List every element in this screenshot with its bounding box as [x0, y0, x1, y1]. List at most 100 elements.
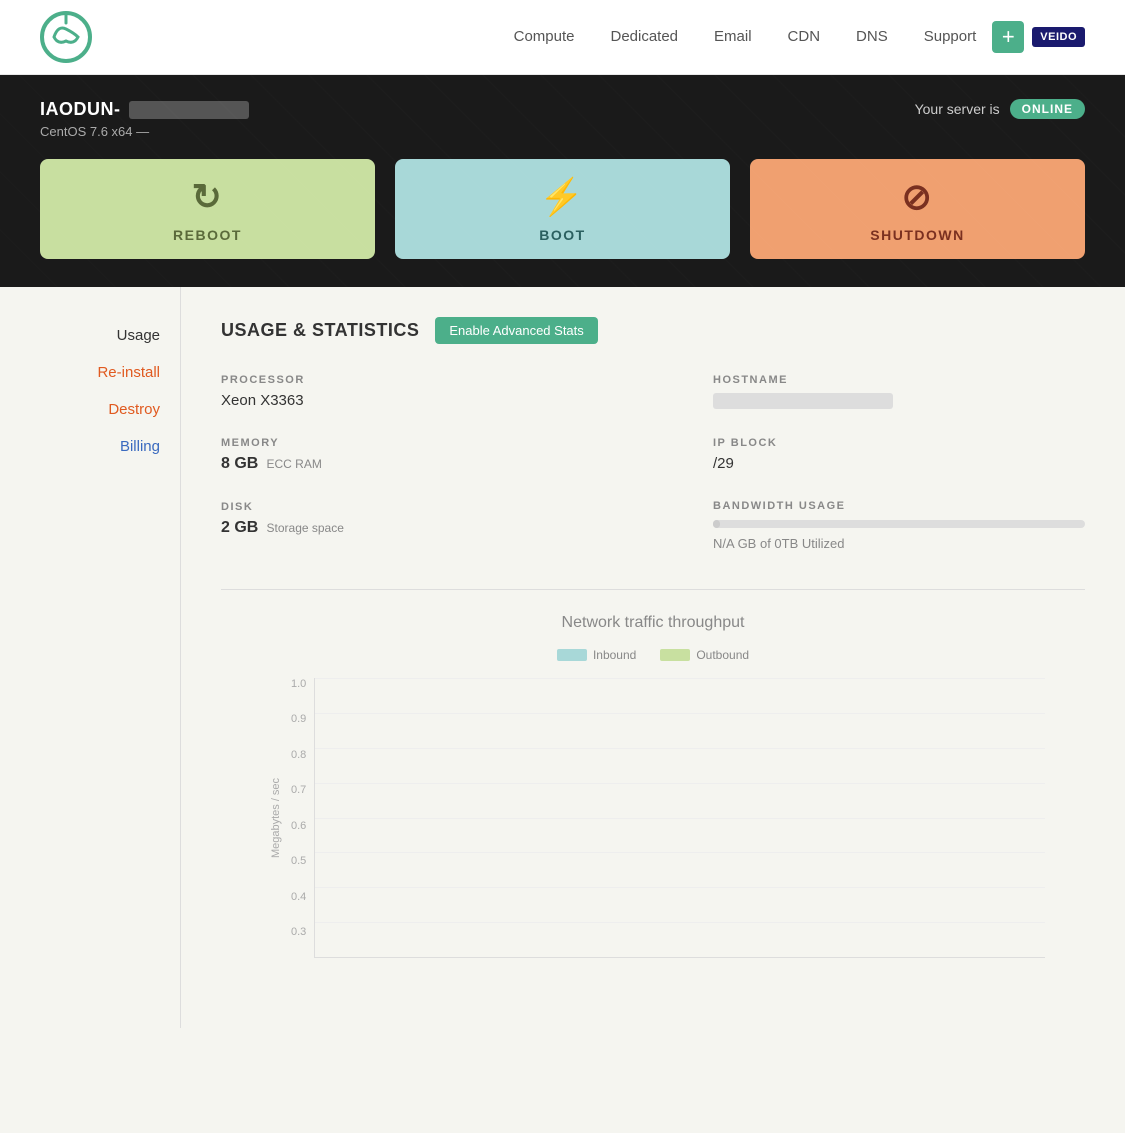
- disk-value: 2 GB Storage space: [221, 519, 653, 537]
- sidebar-item-billing[interactable]: Billing: [20, 428, 160, 465]
- sidebar-item-destroy[interactable]: Destroy: [20, 391, 160, 428]
- ip-block: IP BLOCK /29: [653, 437, 1085, 500]
- reboot-button[interactable]: ↻ REBOOT: [40, 159, 375, 259]
- bandwidth-bar: [713, 520, 1085, 528]
- left-stats: PROCESSOR Xeon X3363 MEMORY 8 GB ECC RAM…: [221, 374, 653, 579]
- nav-item-dedicated[interactable]: Dedicated: [610, 28, 678, 46]
- chart-area: [314, 678, 1045, 958]
- disk-block: DISK 2 GB Storage space: [221, 501, 653, 565]
- boot-label: BOOT: [539, 227, 585, 243]
- legend-inbound: Inbound: [557, 648, 636, 662]
- legend-inbound-color: [557, 649, 587, 661]
- y-axis-label-wrapper: Megabytes / sec: [261, 678, 291, 958]
- hostname-block: HOSTNAME: [653, 374, 1085, 437]
- server-os: CentOS 7.6 x64 —: [40, 124, 249, 139]
- ip-block-label: IP BLOCK: [713, 437, 1085, 449]
- stats-header: USAGE & STATISTICS Enable Advanced Stats: [221, 317, 1085, 344]
- server-info: IAODUN- CentOS 7.6 x64 —: [40, 99, 249, 139]
- legend-outbound-color: [660, 649, 690, 661]
- processor-block: PROCESSOR Xeon X3363: [221, 374, 653, 437]
- chart-legend: Inbound Outbound: [261, 648, 1045, 662]
- sidebar: UsageRe-installDestroyBilling: [0, 287, 180, 1028]
- add-button[interactable]: +: [992, 21, 1024, 53]
- bandwidth-label: BANDWIDTH USAGE: [713, 500, 1085, 512]
- y-axis-value: 0.4: [291, 891, 306, 903]
- main-content: UsageRe-installDestroyBilling USAGE & ST…: [0, 287, 1125, 1028]
- y-axis-value: 1.0: [291, 678, 306, 690]
- server-name: IAODUN-: [40, 99, 249, 120]
- shutdown-label: SHUTDOWN: [870, 227, 964, 243]
- grid-line: [315, 713, 1045, 714]
- server-actions: ↻ REBOOT ⚡ BOOT ⊘ SHUTDOWN: [40, 159, 1085, 259]
- grid-line: [315, 818, 1045, 819]
- nav-link-compute[interactable]: Compute: [514, 28, 575, 45]
- chart-section: Network traffic throughput Inbound Outbo…: [221, 614, 1085, 998]
- hostname-label: HOSTNAME: [713, 374, 1085, 386]
- hostname-value: [713, 392, 1085, 409]
- status-label: Your server is: [915, 101, 1000, 117]
- y-axis-value: 0.7: [291, 784, 306, 796]
- nav-item-support[interactable]: Support: [924, 28, 977, 46]
- sidebar-item-usage[interactable]: Usage: [20, 317, 160, 354]
- hostname-blur: [713, 393, 893, 409]
- server-status: Your server is ONLINE: [915, 99, 1085, 119]
- grid-line: [315, 957, 1045, 958]
- nav-item-email[interactable]: Email: [714, 28, 752, 46]
- y-axis-value: 0.9: [291, 713, 306, 725]
- online-badge: ONLINE: [1010, 99, 1085, 119]
- header: ComputeDedicatedEmailCDNDNSSupport + VEI…: [0, 0, 1125, 75]
- shutdown-icon: ⊘: [902, 179, 934, 215]
- reboot-label: REBOOT: [173, 227, 242, 243]
- nav-item-cdn[interactable]: CDN: [788, 28, 821, 46]
- enable-advanced-stats-button[interactable]: Enable Advanced Stats: [435, 317, 597, 344]
- server-hero-top: IAODUN- CentOS 7.6 x64 — Your server is …: [40, 99, 1085, 139]
- legend-inbound-label: Inbound: [593, 648, 636, 662]
- stats-title: USAGE & STATISTICS: [221, 320, 419, 341]
- stats-grid: PROCESSOR Xeon X3363 MEMORY 8 GB ECC RAM…: [221, 374, 1085, 579]
- reboot-icon: ↻: [192, 179, 224, 215]
- chart-grid: [314, 678, 1045, 958]
- nav-link-cdn[interactable]: CDN: [788, 28, 821, 45]
- stats-area: USAGE & STATISTICS Enable Advanced Stats…: [180, 287, 1125, 1028]
- processor-label: PROCESSOR: [221, 374, 653, 386]
- sidebar-item-reinstall[interactable]: Re-install: [20, 354, 160, 391]
- chart-wrapper: Megabytes / sec 1.0 0.9 0.8 0.7 0.6 0.5 0.4 0.3: [261, 678, 1045, 958]
- main-nav: Compute Dedicated Email CDN DNS Support: [514, 28, 977, 46]
- disk-label: DISK: [221, 501, 653, 513]
- nav-link-dedicated[interactable]: Dedicated: [610, 28, 678, 45]
- memory-value: 8 GB ECC RAM: [221, 455, 653, 473]
- y-axis-value: 0.6: [291, 820, 306, 832]
- right-stats: HOSTNAME IP BLOCK /29 BANDWIDTH USAGE N/…: [653, 374, 1085, 579]
- nav-item-compute[interactable]: Compute: [514, 28, 575, 46]
- grid-line: [315, 887, 1045, 888]
- shutdown-button[interactable]: ⊘ SHUTDOWN: [750, 159, 1085, 259]
- legend-outbound: Outbound: [660, 648, 749, 662]
- bandwidth-text: N/A GB of 0TB Utilized: [713, 536, 1085, 551]
- y-axis-value: 0.3: [291, 926, 306, 938]
- y-axis-value: 0.5: [291, 855, 306, 867]
- legend-outbound-label: Outbound: [696, 648, 749, 662]
- y-axis-value: 0.8: [291, 749, 306, 761]
- chart-title: Network traffic throughput: [261, 614, 1045, 632]
- grid-line: [315, 783, 1045, 784]
- nav-link-dns[interactable]: DNS: [856, 28, 888, 45]
- processor-value: Xeon X3363: [221, 392, 653, 409]
- nav-item-dns[interactable]: DNS: [856, 28, 888, 46]
- boot-button[interactable]: ⚡ BOOT: [395, 159, 730, 259]
- divider: [221, 589, 1085, 590]
- server-name-blur: [129, 101, 249, 119]
- y-axis-label: Megabytes / sec: [270, 778, 282, 858]
- server-hero: IAODUN- CentOS 7.6 x64 — Your server is …: [0, 75, 1125, 287]
- nav-link-support[interactable]: Support: [924, 28, 977, 45]
- logo-icon: [40, 11, 92, 63]
- ip-block-value: /29: [713, 455, 1085, 472]
- nav-link-email[interactable]: Email: [714, 28, 752, 45]
- y-axis: 1.0 0.9 0.8 0.7 0.6 0.5 0.4 0.3: [291, 678, 314, 958]
- bandwidth-block: BANDWIDTH USAGE N/A GB of 0TB Utilized: [653, 500, 1085, 579]
- grid-line: [315, 922, 1045, 923]
- bandwidth-bar-fill: [713, 520, 720, 528]
- memory-label: MEMORY: [221, 437, 653, 449]
- boot-icon: ⚡: [539, 179, 585, 215]
- grid-line: [315, 748, 1045, 749]
- memory-block: MEMORY 8 GB ECC RAM: [221, 437, 653, 501]
